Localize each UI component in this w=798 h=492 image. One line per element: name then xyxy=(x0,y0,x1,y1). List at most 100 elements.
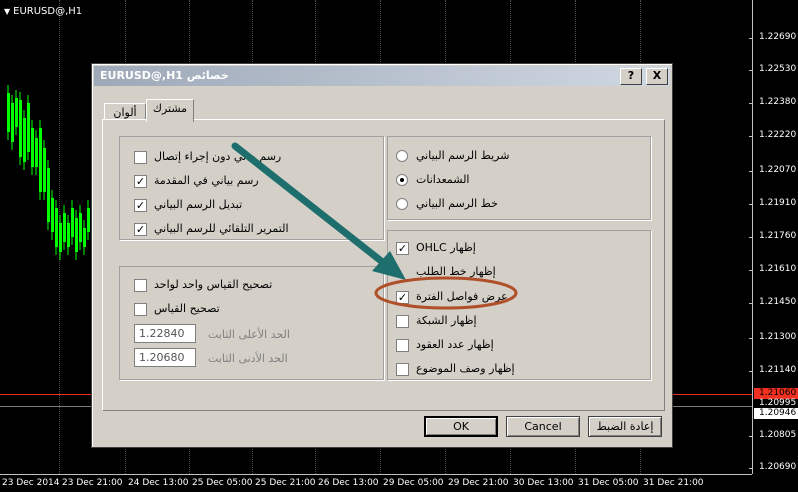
checkbox-box[interactable] xyxy=(134,151,147,164)
chart-properties-dialog[interactable]: EURUSD@,H1 خصائص ? X ألوان مشترك رسم بيا… xyxy=(91,63,673,448)
tab-panel-common: رسم بياني دون إجراء إتصال ✓ رسم بياني في… xyxy=(102,119,665,411)
checkbox-offline-chart[interactable]: رسم بياني دون إجراء إتصال xyxy=(134,150,374,166)
checkbox-show-ohlc[interactable]: ✓ OHLC إظهار xyxy=(396,241,636,257)
price-label: 1.22380 xyxy=(759,97,797,107)
fixed-max-input[interactable]: 1.22840 xyxy=(134,324,196,343)
reset-button[interactable]: إعادة الضبط xyxy=(588,416,662,437)
price-tick xyxy=(749,468,753,469)
time-label: 23 Dec 2014 xyxy=(2,478,60,488)
radio-selected-dot xyxy=(400,178,404,182)
candle-body xyxy=(27,103,30,152)
fixed-max-label: الحد الأعلى الثابت xyxy=(208,328,290,341)
checkbox-box[interactable] xyxy=(396,363,409,376)
price-tick xyxy=(749,237,753,238)
time-label: 24 Dec 13:00 xyxy=(128,478,189,488)
radio-circle[interactable] xyxy=(396,150,408,162)
price-label: 1.22220 xyxy=(759,130,797,140)
candle-body xyxy=(39,128,42,192)
checkbox-box[interactable] xyxy=(134,279,147,292)
checkbox-box[interactable]: ✓ xyxy=(134,199,147,212)
price-label: 1.21140 xyxy=(759,365,797,375)
checkbox-box[interactable] xyxy=(396,315,409,328)
candle-body xyxy=(75,218,78,252)
candle-body xyxy=(43,148,46,192)
cancel-button[interactable]: Cancel xyxy=(506,416,580,437)
checkbox-box[interactable] xyxy=(134,303,147,316)
checkbox-show-period-separators[interactable]: ✓ عرض فواصل الفترة xyxy=(396,290,636,306)
price-label: 1.21760 xyxy=(759,231,797,241)
checkbox-box[interactable]: ✓ xyxy=(134,223,147,236)
checkbox-chart-on-foreground[interactable]: ✓ رسم بياني في المقدمة xyxy=(134,174,374,190)
radio-bar-chart[interactable]: شريط الرسم البياني xyxy=(396,149,636,165)
time-label: 23 Dec 21:00 xyxy=(62,478,123,488)
radio-candlesticks[interactable]: الشمعدانات xyxy=(396,173,636,189)
price-label: 1.21910 xyxy=(759,198,797,208)
candle-body xyxy=(31,128,34,167)
price-tick xyxy=(749,436,753,437)
time-label: 25 Dec 21:00 xyxy=(255,478,316,488)
help-button[interactable]: ? xyxy=(620,68,642,85)
price-tick xyxy=(749,371,753,372)
price-label: 1.21450 xyxy=(759,297,797,307)
checkbox-box[interactable]: ✓ xyxy=(134,175,147,188)
price-label: 1.20690 xyxy=(759,462,797,472)
radio-line-chart[interactable]: خط الرسم البياني xyxy=(396,197,636,213)
checkbox-box[interactable] xyxy=(396,339,409,352)
radio-circle[interactable] xyxy=(396,174,408,186)
candle-body xyxy=(35,138,38,167)
checkbox-chart-shift[interactable]: ✓ تبديل الرسم البياني xyxy=(134,198,374,214)
candle-body xyxy=(11,103,14,142)
price-label: 1.20805 xyxy=(759,430,797,440)
time-axis[interactable]: 23 Dec 2014 23 Dec 21:00 24 Dec 13:00 25 De… xyxy=(0,474,752,492)
candle-body xyxy=(59,223,62,252)
candle-body xyxy=(83,228,86,247)
candle-body xyxy=(19,100,22,157)
dialog-titlebar[interactable]: EURUSD@,H1 خصائص ? X xyxy=(94,66,670,86)
candle-body xyxy=(23,118,26,162)
time-label: 29 Dec 05:00 xyxy=(383,478,444,488)
price-tick xyxy=(749,38,753,39)
time-label: 31 Dec 21:00 xyxy=(643,478,704,488)
checkbox-box[interactable]: ✓ xyxy=(396,291,409,304)
ok-button[interactable]: OK xyxy=(424,416,498,437)
bid-line-price-label: 1.20995 xyxy=(759,398,797,408)
candle-body xyxy=(47,168,50,222)
checkbox-show-object-descriptions[interactable]: إظهار وصف الموضوع xyxy=(396,362,636,378)
scale-options-group: تصحيح القياس واحد لواحد تصحيح القياس 1.2… xyxy=(119,266,384,380)
fixed-min-input[interactable]: 1.20680 xyxy=(134,348,196,367)
checkbox-scale-one-to-one[interactable]: تصحيح القياس واحد لواحد xyxy=(134,278,374,294)
checkbox-show-volumes[interactable]: إظهار عدد العقود xyxy=(396,338,636,354)
price-tick xyxy=(749,338,753,339)
price-label: 1.21300 xyxy=(759,332,797,342)
time-label: 30 Dec 13:00 xyxy=(513,478,574,488)
price-label: 1.22530 xyxy=(759,64,797,74)
time-label: 26 Dec 13:00 xyxy=(318,478,379,488)
candle-body xyxy=(55,208,58,247)
radio-circle[interactable] xyxy=(396,198,408,210)
price-axis[interactable]: 1.21060 1.20995 1.20946 1.22690 1.22530 1.… xyxy=(749,0,798,474)
close-button[interactable]: X xyxy=(646,68,668,85)
checkbox-chart-autoscroll[interactable]: ✓ التمرير التلقائي للرسم البياني xyxy=(134,222,374,238)
price-tick xyxy=(749,136,753,137)
tab-common[interactable]: مشترك xyxy=(146,99,194,122)
candle-body xyxy=(7,93,10,132)
checkbox-show-grid[interactable]: إظهار الشبكة xyxy=(396,314,636,330)
price-tick xyxy=(749,103,753,104)
checkbox-fix-scale[interactable]: تصحيح القياس xyxy=(134,302,374,318)
fixed-min-label: الحد الأدنى الثابت xyxy=(208,352,288,365)
show-options-group: ✓ OHLC إظهار إظهار خط الطلب ✓ عرض فواصل … xyxy=(387,230,651,380)
current-price-box: 1.20946 xyxy=(754,408,798,419)
candle-body xyxy=(87,208,90,232)
candle-body xyxy=(79,213,82,242)
candle-body xyxy=(67,223,70,247)
time-label: 29 Dec 21:00 xyxy=(448,478,509,488)
checkbox-show-ask-line[interactable]: إظهار خط الطلب xyxy=(396,265,636,281)
checkbox-box[interactable]: ✓ xyxy=(396,242,409,255)
price-label: 1.22690 xyxy=(759,32,797,42)
price-tick xyxy=(749,171,753,172)
candle-body xyxy=(63,213,66,242)
time-label: 31 Dec 05:00 xyxy=(578,478,639,488)
price-label: 1.22070 xyxy=(759,165,797,175)
price-tick xyxy=(749,303,753,304)
candle-body xyxy=(15,98,18,127)
